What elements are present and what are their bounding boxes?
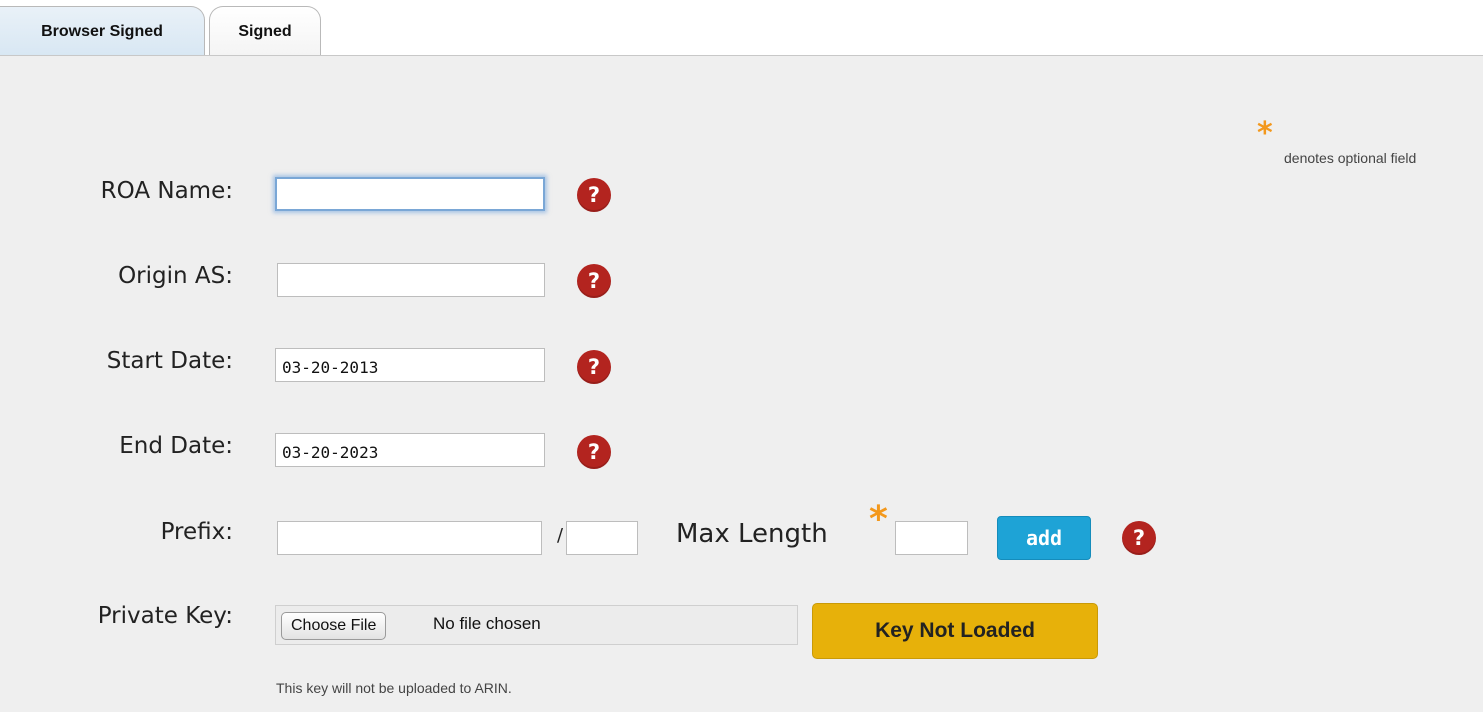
roa-name-label: ROA Name:	[100, 178, 233, 204]
end-date-help-icon[interactable]: ?	[577, 435, 611, 469]
tab-signed[interactable]: Signed	[209, 6, 321, 56]
origin-as-input[interactable]	[277, 263, 545, 297]
key-not-loaded-button[interactable]: Key Not Loaded	[812, 603, 1098, 659]
tab-browser-signed[interactable]: Browser Signed	[0, 6, 205, 56]
tab-bar: Browser Signed Signed	[0, 0, 1483, 56]
optional-star-icon: *	[1257, 116, 1273, 151]
add-prefix-button[interactable]: add	[997, 516, 1091, 560]
end-date-input[interactable]	[275, 433, 545, 467]
end-date-label: End Date:	[119, 433, 233, 459]
file-status-text: No file chosen	[433, 614, 541, 633]
origin-as-label: Origin AS:	[118, 263, 233, 289]
private-key-label: Private Key:	[97, 603, 233, 629]
start-date-input[interactable]	[275, 348, 545, 382]
start-date-label: Start Date:	[106, 348, 233, 374]
max-length-label: Max Length	[676, 519, 828, 549]
max-length-optional-star-icon: *	[869, 499, 888, 540]
private-key-file-input[interactable]: Choose File No file chosen	[275, 605, 798, 645]
roa-name-input[interactable]	[275, 177, 545, 211]
prefix-help-icon[interactable]: ?	[1122, 521, 1156, 555]
prefix-separator: /	[557, 525, 564, 546]
max-length-input[interactable]	[895, 521, 968, 555]
start-date-help-icon[interactable]: ?	[577, 350, 611, 384]
prefix-label: Prefix:	[160, 519, 233, 545]
prefix-length-input[interactable]	[566, 521, 638, 555]
origin-as-help-icon[interactable]: ?	[577, 264, 611, 298]
optional-legend-text: denotes optional field	[1284, 150, 1417, 166]
private-key-note: This key will not be uploaded to ARIN.	[276, 680, 512, 696]
prefix-input[interactable]	[277, 521, 542, 555]
choose-file-button[interactable]: Choose File	[281, 612, 387, 640]
roa-name-help-icon[interactable]: ?	[577, 178, 611, 212]
